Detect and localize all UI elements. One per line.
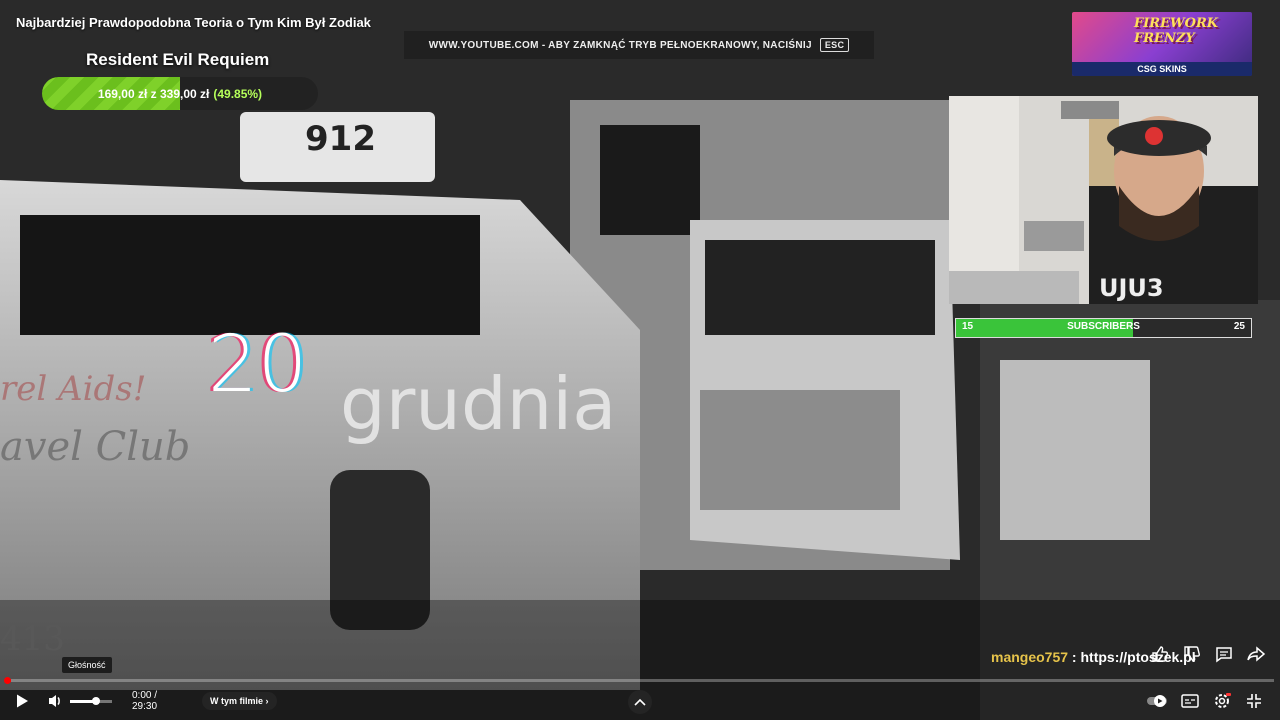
fullscreen-notice: WWW.YOUTUBE.COM - ABY ZAMKNĄĆ TRYB PEŁNO… (404, 31, 874, 59)
volume-slider[interactable] (70, 700, 112, 703)
progress-scrubber[interactable] (4, 677, 11, 684)
video-title: Najbardziej Prawdopodobna Teoria o Tym K… (16, 15, 371, 30)
chapters-text: W tym filmie (210, 696, 264, 706)
sponsor-brand: CSG SKINS (1072, 62, 1252, 76)
volume-button[interactable] (44, 688, 68, 714)
like-icon[interactable] (1150, 644, 1170, 664)
subscribers-goal: 25 (1233, 321, 1245, 332)
sponsor-title: FIREWORK FRENZY (1134, 16, 1219, 46)
svg-text:avel Club: avel Club (0, 424, 190, 470)
subscribers-current: 15 (962, 321, 974, 332)
chat-username: mangeo757 (991, 649, 1069, 665)
streamer-image: UJU3 (949, 96, 1258, 304)
donation-target: 339,00 zł (159, 86, 210, 101)
svg-text:912: 912 (305, 119, 376, 159)
chat-separator: : (1068, 649, 1081, 665)
settings-button[interactable] (1210, 688, 1234, 714)
dislike-icon[interactable] (1182, 644, 1202, 664)
share-icon[interactable] (1246, 644, 1266, 664)
play-button[interactable] (10, 688, 34, 714)
autoplay-toggle-icon (1147, 695, 1167, 707)
volume-tooltip: Głośność (62, 657, 112, 673)
volume-icon (49, 695, 60, 707)
exit-fullscreen-button[interactable] (1242, 688, 1266, 714)
donation-goal-title: Resident Evil Requiem (86, 50, 270, 69)
subscribers-label: SUBSCRIBERS (1067, 321, 1140, 332)
donation-percent: (49.85%) (213, 86, 263, 101)
video-actions (1150, 644, 1266, 664)
svg-text:rel Aids!: rel Aids! (0, 369, 146, 409)
chevron-up-icon (634, 698, 646, 706)
overlay-month: grudnia (340, 362, 617, 446)
expand-button[interactable] (628, 690, 652, 714)
play-icon (17, 694, 28, 708)
exit-fullscreen-icon (1247, 694, 1261, 708)
autoplay-toggle[interactable] (1146, 688, 1170, 714)
video-frame[interactable]: 912 rel Aids! avel Club 413 Najbardziej … (0, 0, 1280, 720)
donation-goal-text: 169,00 zł z 339,00 zł (49.85%) (42, 77, 318, 110)
subtitles-button[interactable] (1178, 688, 1202, 714)
comment-icon[interactable] (1214, 644, 1234, 664)
donation-goal-bar: 169,00 zł z 339,00 zł (49.85%) (42, 77, 318, 110)
time-display: 0:00 / 29:30 (132, 688, 184, 714)
donation-current: 169,00 zł (97, 86, 148, 101)
subtitles-icon (1181, 694, 1199, 708)
settings-icon (1215, 693, 1231, 708)
time-text: 0:00 / 29:30 (132, 690, 158, 712)
overlay-day: 20 (208, 320, 308, 410)
chapters-label: W tym filmie › (202, 692, 277, 710)
webcam-feed: UJU3 (949, 96, 1258, 304)
chapters-button[interactable]: W tym filmie › (202, 688, 277, 714)
volume-slider-knob[interactable] (92, 697, 100, 705)
sponsor-banner: FIREWORK FRENZY CSG SKINS (1072, 12, 1252, 76)
esc-key: ESC (819, 38, 850, 52)
svg-text:UJU3: UJU3 (1099, 274, 1164, 302)
fullscreen-notice-text: WWW.YOUTUBE.COM - ABY ZAMKNĄĆ TRYB PEŁNO… (428, 39, 812, 51)
subscribers-goal-bar: SUBSCRIBERS 15 25 (955, 318, 1252, 338)
progress-bar[interactable] (6, 679, 1274, 682)
donation-separator: z (150, 86, 157, 101)
